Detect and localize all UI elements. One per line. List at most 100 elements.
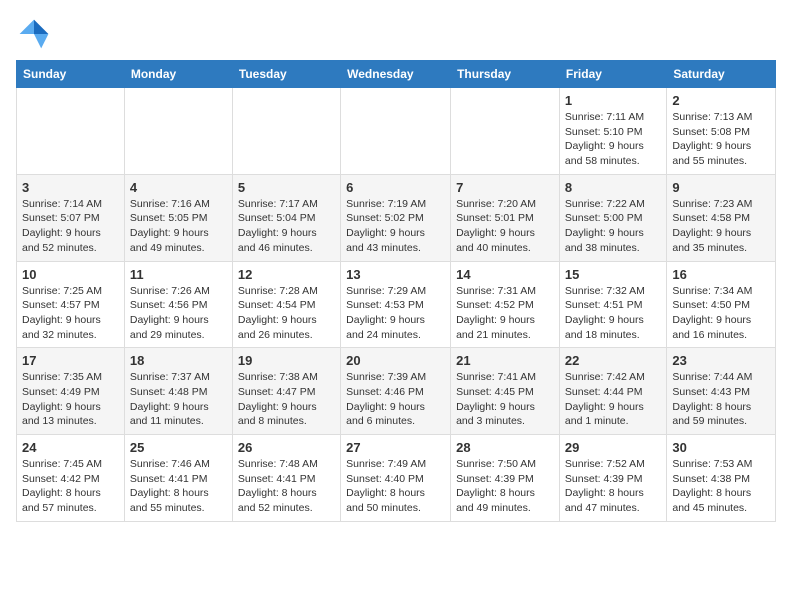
calendar-cell: [341, 88, 451, 175]
weekday-header-cell: Thursday: [451, 61, 560, 88]
day-info: Sunrise: 7:14 AM Sunset: 5:07 PM Dayligh…: [22, 197, 119, 256]
day-number: 13: [346, 267, 445, 282]
day-info: Sunrise: 7:23 AM Sunset: 4:58 PM Dayligh…: [672, 197, 770, 256]
day-info: Sunrise: 7:53 AM Sunset: 4:38 PM Dayligh…: [672, 457, 770, 516]
weekday-header-cell: Monday: [124, 61, 232, 88]
calendar-cell: 8Sunrise: 7:22 AM Sunset: 5:00 PM Daylig…: [559, 174, 666, 261]
logo-icon: [16, 16, 52, 52]
day-number: 6: [346, 180, 445, 195]
day-info: Sunrise: 7:25 AM Sunset: 4:57 PM Dayligh…: [22, 284, 119, 343]
page-header: [16, 16, 776, 52]
calendar-cell: 18 Sunrise: 7:37 AM Sunset: 4:48 PM Dayli…: [124, 348, 232, 435]
calendar-cell: [17, 88, 125, 175]
day-number: 12: [238, 267, 335, 282]
calendar-cell: 30Sunrise: 7:53 AM Sunset: 4:38 PM Dayli…: [667, 435, 776, 522]
calendar-cell: 3 Sunrise: 7:14 AM Sunset: 5:07 PM Daylig…: [17, 174, 125, 261]
day-info: Sunrise: 7:32 AM Sunset: 4:51 PM Dayligh…: [565, 284, 661, 343]
day-number: 29: [565, 440, 661, 455]
day-info: Sunrise: 7:46 AM Sunset: 4:41 PM Dayligh…: [130, 457, 227, 516]
day-info: Sunrise: 7:45 AM Sunset: 4:42 PM Dayligh…: [22, 457, 119, 516]
day-number: 10: [22, 267, 119, 282]
calendar-cell: 29 Sunrise: 7:52 AM Sunset: 4:39 PM Dayli…: [559, 435, 666, 522]
day-number: 21: [456, 353, 554, 368]
calendar-cell: 15 Sunrise: 7:32 AM Sunset: 4:51 PM Dayli…: [559, 261, 666, 348]
calendar-cell: 11 Sunrise: 7:26 AM Sunset: 4:56 PM Dayli…: [124, 261, 232, 348]
day-info: Sunrise: 7:20 AM Sunset: 5:01 PM Dayligh…: [456, 197, 554, 256]
calendar-cell: 2 Sunrise: 7:13 AM Sunset: 5:08 PM Daylig…: [667, 88, 776, 175]
day-info: Sunrise: 7:50 AM Sunset: 4:39 PM Dayligh…: [456, 457, 554, 516]
day-info: Sunrise: 7:42 AM Sunset: 4:44 PM Dayligh…: [565, 370, 661, 429]
day-number: 20: [346, 353, 445, 368]
calendar-cell: 28Sunrise: 7:50 AM Sunset: 4:39 PM Dayli…: [451, 435, 560, 522]
day-info: Sunrise: 7:41 AM Sunset: 4:45 PM Dayligh…: [456, 370, 554, 429]
day-number: 26: [238, 440, 335, 455]
weekday-header-cell: Wednesday: [341, 61, 451, 88]
calendar-cell: 19 Sunrise: 7:38 AM Sunset: 4:47 PM Dayli…: [232, 348, 340, 435]
day-number: 11: [130, 267, 227, 282]
day-number: 2: [672, 93, 770, 108]
calendar-cell: 7 Sunrise: 7:20 AM Sunset: 5:01 PM Daylig…: [451, 174, 560, 261]
calendar-cell: [124, 88, 232, 175]
weekday-header-cell: Friday: [559, 61, 666, 88]
calendar-cell: 13 Sunrise: 7:29 AM Sunset: 4:53 PM Dayli…: [341, 261, 451, 348]
day-info: Sunrise: 7:44 AM Sunset: 4:43 PM Dayligh…: [672, 370, 770, 429]
day-number: 5: [238, 180, 335, 195]
calendar-week-row: 3 Sunrise: 7:14 AM Sunset: 5:07 PM Daylig…: [17, 174, 776, 261]
calendar-cell: 21 Sunrise: 7:41 AM Sunset: 4:45 PM Dayli…: [451, 348, 560, 435]
day-number: 9: [672, 180, 770, 195]
calendar-week-row: 24 Sunrise: 7:45 AM Sunset: 4:42 PM Dayli…: [17, 435, 776, 522]
logo: [16, 16, 56, 52]
day-number: 8: [565, 180, 661, 195]
day-info: Sunrise: 7:31 AM Sunset: 4:52 PM Dayligh…: [456, 284, 554, 343]
day-info: Sunrise: 7:52 AM Sunset: 4:39 PM Dayligh…: [565, 457, 661, 516]
calendar-cell: 12 Sunrise: 7:28 AM Sunset: 4:54 PM Dayli…: [232, 261, 340, 348]
day-info: Sunrise: 7:26 AM Sunset: 4:56 PM Dayligh…: [130, 284, 227, 343]
calendar-cell: 9 Sunrise: 7:23 AM Sunset: 4:58 PM Daylig…: [667, 174, 776, 261]
calendar-cell: 20 Sunrise: 7:39 AM Sunset: 4:46 PM Dayli…: [341, 348, 451, 435]
calendar-cell: 14Sunrise: 7:31 AM Sunset: 4:52 PM Dayli…: [451, 261, 560, 348]
calendar-body: 1 Sunrise: 7:11 AM Sunset: 5:10 PM Daylig…: [17, 88, 776, 522]
day-info: Sunrise: 7:11 AM Sunset: 5:10 PM Dayligh…: [565, 110, 661, 169]
calendar-week-row: 10 Sunrise: 7:25 AM Sunset: 4:57 PM Dayli…: [17, 261, 776, 348]
day-info: Sunrise: 7:38 AM Sunset: 4:47 PM Dayligh…: [238, 370, 335, 429]
calendar-cell: 17 Sunrise: 7:35 AM Sunset: 4:49 PM Dayli…: [17, 348, 125, 435]
day-number: 18: [130, 353, 227, 368]
day-info: Sunrise: 7:39 AM Sunset: 4:46 PM Dayligh…: [346, 370, 445, 429]
calendar-cell: 27 Sunrise: 7:49 AM Sunset: 4:40 PM Dayli…: [341, 435, 451, 522]
weekday-header-row: SundayMondayTuesdayWednesdayThursdayFrid…: [17, 61, 776, 88]
calendar-cell: 4Sunrise: 7:16 AM Sunset: 5:05 PM Daylig…: [124, 174, 232, 261]
day-number: 17: [22, 353, 119, 368]
calendar-table: SundayMondayTuesdayWednesdayThursdayFrid…: [16, 60, 776, 522]
calendar-cell: 22Sunrise: 7:42 AM Sunset: 4:44 PM Dayli…: [559, 348, 666, 435]
calendar-cell: 6Sunrise: 7:19 AM Sunset: 5:02 PM Daylig…: [341, 174, 451, 261]
calendar-week-row: 17 Sunrise: 7:35 AM Sunset: 4:49 PM Dayli…: [17, 348, 776, 435]
day-number: 16: [672, 267, 770, 282]
calendar-cell: 5Sunrise: 7:17 AM Sunset: 5:04 PM Daylig…: [232, 174, 340, 261]
day-info: Sunrise: 7:34 AM Sunset: 4:50 PM Dayligh…: [672, 284, 770, 343]
day-info: Sunrise: 7:29 AM Sunset: 4:53 PM Dayligh…: [346, 284, 445, 343]
calendar-cell: 10 Sunrise: 7:25 AM Sunset: 4:57 PM Dayli…: [17, 261, 125, 348]
day-info: Sunrise: 7:28 AM Sunset: 4:54 PM Dayligh…: [238, 284, 335, 343]
day-info: Sunrise: 7:16 AM Sunset: 5:05 PM Dayligh…: [130, 197, 227, 256]
day-number: 24: [22, 440, 119, 455]
calendar-cell: 25Sunrise: 7:46 AM Sunset: 4:41 PM Dayli…: [124, 435, 232, 522]
day-number: 15: [565, 267, 661, 282]
day-info: Sunrise: 7:35 AM Sunset: 4:49 PM Dayligh…: [22, 370, 119, 429]
day-info: Sunrise: 7:37 AM Sunset: 4:48 PM Dayligh…: [130, 370, 227, 429]
calendar-cell: [451, 88, 560, 175]
calendar-cell: 26 Sunrise: 7:48 AM Sunset: 4:41 PM Dayli…: [232, 435, 340, 522]
weekday-header-cell: Tuesday: [232, 61, 340, 88]
day-info: Sunrise: 7:48 AM Sunset: 4:41 PM Dayligh…: [238, 457, 335, 516]
day-info: Sunrise: 7:49 AM Sunset: 4:40 PM Dayligh…: [346, 457, 445, 516]
day-number: 3: [22, 180, 119, 195]
day-number: 19: [238, 353, 335, 368]
weekday-header-cell: Saturday: [667, 61, 776, 88]
calendar-week-row: 1 Sunrise: 7:11 AM Sunset: 5:10 PM Daylig…: [17, 88, 776, 175]
day-number: 27: [346, 440, 445, 455]
day-number: 1: [565, 93, 661, 108]
day-info: Sunrise: 7:13 AM Sunset: 5:08 PM Dayligh…: [672, 110, 770, 169]
calendar-cell: [232, 88, 340, 175]
calendar-cell: 1 Sunrise: 7:11 AM Sunset: 5:10 PM Daylig…: [559, 88, 666, 175]
day-number: 7: [456, 180, 554, 195]
weekday-header-cell: Sunday: [17, 61, 125, 88]
